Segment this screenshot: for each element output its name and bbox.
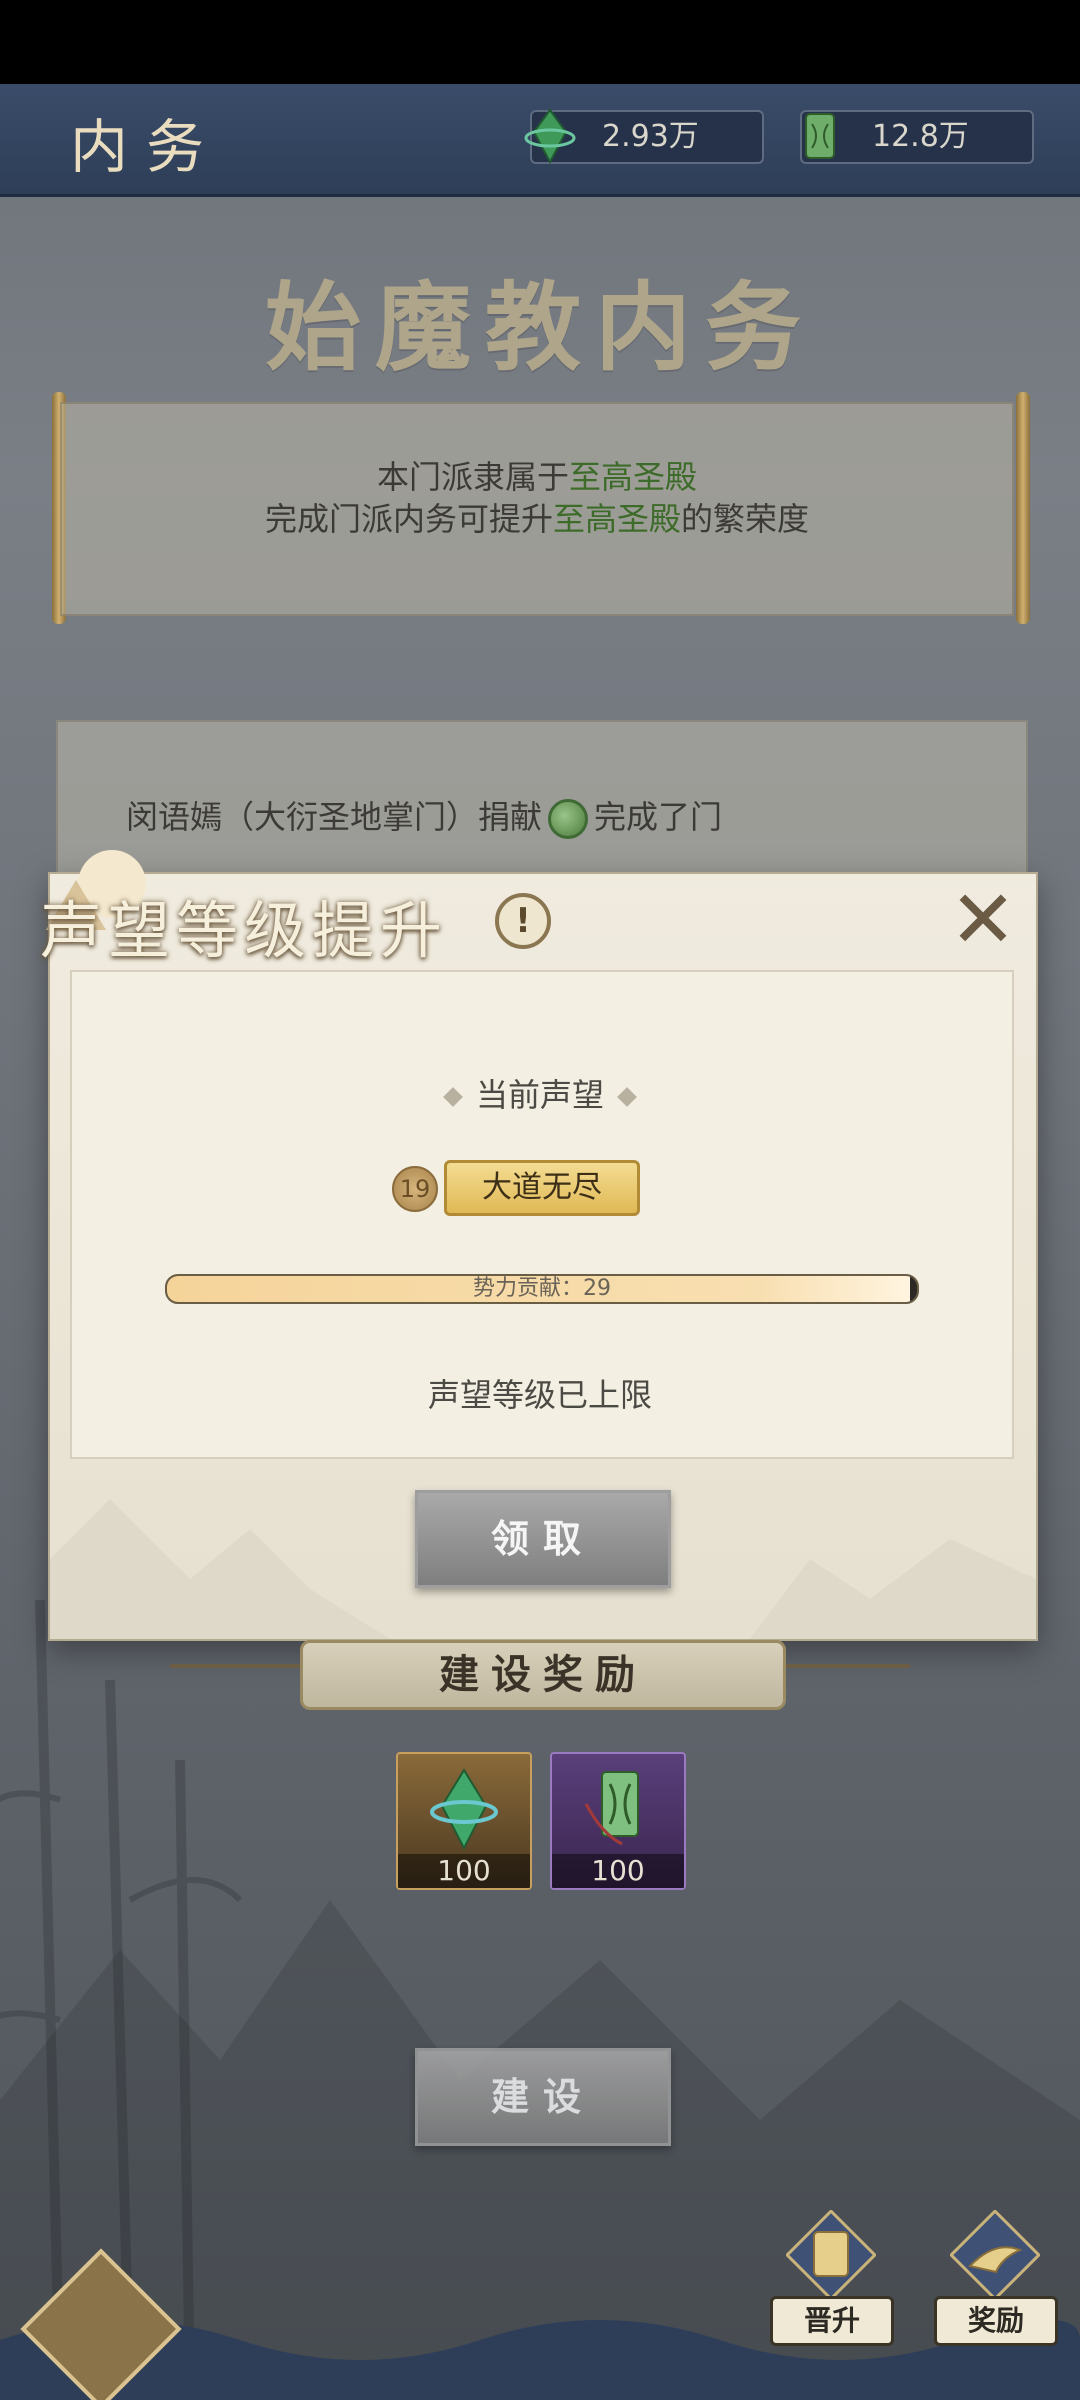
resource-crystal-value: 2.93万 <box>602 119 699 154</box>
claim-button[interactable]: 领取 <box>415 1490 671 1588</box>
reward-item-token[interactable]: 100 <box>550 1752 686 1890</box>
affiliation-line-2-suffix: 的繁荣度 <box>681 500 810 538</box>
info-icon[interactable]: ! <box>495 893 551 949</box>
resource-token[interactable]: 12.8万 <box>800 110 1034 164</box>
page-title: 内务 <box>70 113 223 181</box>
banner-line-left <box>170 1664 310 1668</box>
build-rewards-title: 建设奖励 <box>300 1640 786 1710</box>
sect-title: 始魔教内务 <box>265 271 815 384</box>
reward-crane-icon[interactable] <box>950 2210 1040 2300</box>
jade-token-icon <box>584 1771 639 1846</box>
jade-crystal-icon <box>524 108 576 165</box>
reward-qty: 100 <box>552 1854 684 1888</box>
resource-token-value: 12.8万 <box>872 119 969 154</box>
dialog-title: 声望等级提升 <box>40 894 449 967</box>
resource-crystal[interactable]: 2.93万 <box>524 108 764 165</box>
affiliation-line-1: 本门派隶属于至高圣殿 <box>62 452 1012 498</box>
scroll-rod-right <box>1016 392 1030 624</box>
promote-scroll-icon[interactable] <box>786 2210 876 2300</box>
affiliation-line-2: 完成门派内务可提升至高圣殿的繁荣度 <box>62 494 1012 540</box>
donation-news-prefix: 闵语嫣（大衍圣地掌门）捐献 <box>126 798 543 836</box>
reward-button[interactable]: 奖励 <box>934 2296 1058 2346</box>
donation-news-suffix: 完成了门 <box>594 798 723 836</box>
build-button[interactable]: 建设 <box>415 2048 671 2146</box>
affiliation-scroll: 本门派隶属于至高圣殿 完成门派内务可提升至高圣殿的繁荣度 <box>60 402 1014 616</box>
affiliation-hall-name: 至高圣殿 <box>569 458 698 496</box>
banner-line-right <box>770 1664 910 1668</box>
diamond-right-icon <box>617 1087 637 1107</box>
jade-token-icon <box>805 113 835 159</box>
current-reputation-text: 当前声望 <box>475 1076 604 1114</box>
affiliation-line-1-text: 本门派隶属于 <box>376 458 569 496</box>
diamond-left-icon <box>443 1087 463 1107</box>
current-reputation-label: 当前声望 <box>0 1070 1080 1116</box>
reputation-level-badge: 19 <box>392 1166 438 1212</box>
status-bar <box>0 0 1080 84</box>
reputation-rank-name: 大道无尽 <box>444 1160 640 1216</box>
donation-news-panel: 闵语嫣（大衍圣地掌门）捐献 完成了门 <box>56 720 1028 884</box>
contribution-progress-bar: 势力贡献：29 <box>165 1274 919 1304</box>
max-level-text: 声望等级已上限 <box>427 1376 652 1414</box>
affiliation-hall-name-2: 至高圣殿 <box>552 500 681 538</box>
jade-coin-icon <box>548 799 589 839</box>
close-icon[interactable]: ✕ <box>948 880 1018 960</box>
contribution-progress-text: 势力贡献：29 <box>473 1276 611 1301</box>
reward-qty: 100 <box>398 1854 530 1888</box>
reward-item-crystal[interactable]: 100 <box>396 1752 532 1890</box>
promote-button[interactable]: 晋升 <box>770 2296 894 2346</box>
green-crystal-icon <box>430 1768 498 1851</box>
donation-news-item: 闵语嫣（大衍圣地掌门）捐献 完成了门 <box>126 792 722 839</box>
affiliation-line-2-text: 完成门派内务可提升 <box>264 500 553 538</box>
app-root: 内务 2.93万 12.8万 始魔教内务 本门派隶属于至高圣殿 完成门派内务可提… <box>0 0 1080 2400</box>
